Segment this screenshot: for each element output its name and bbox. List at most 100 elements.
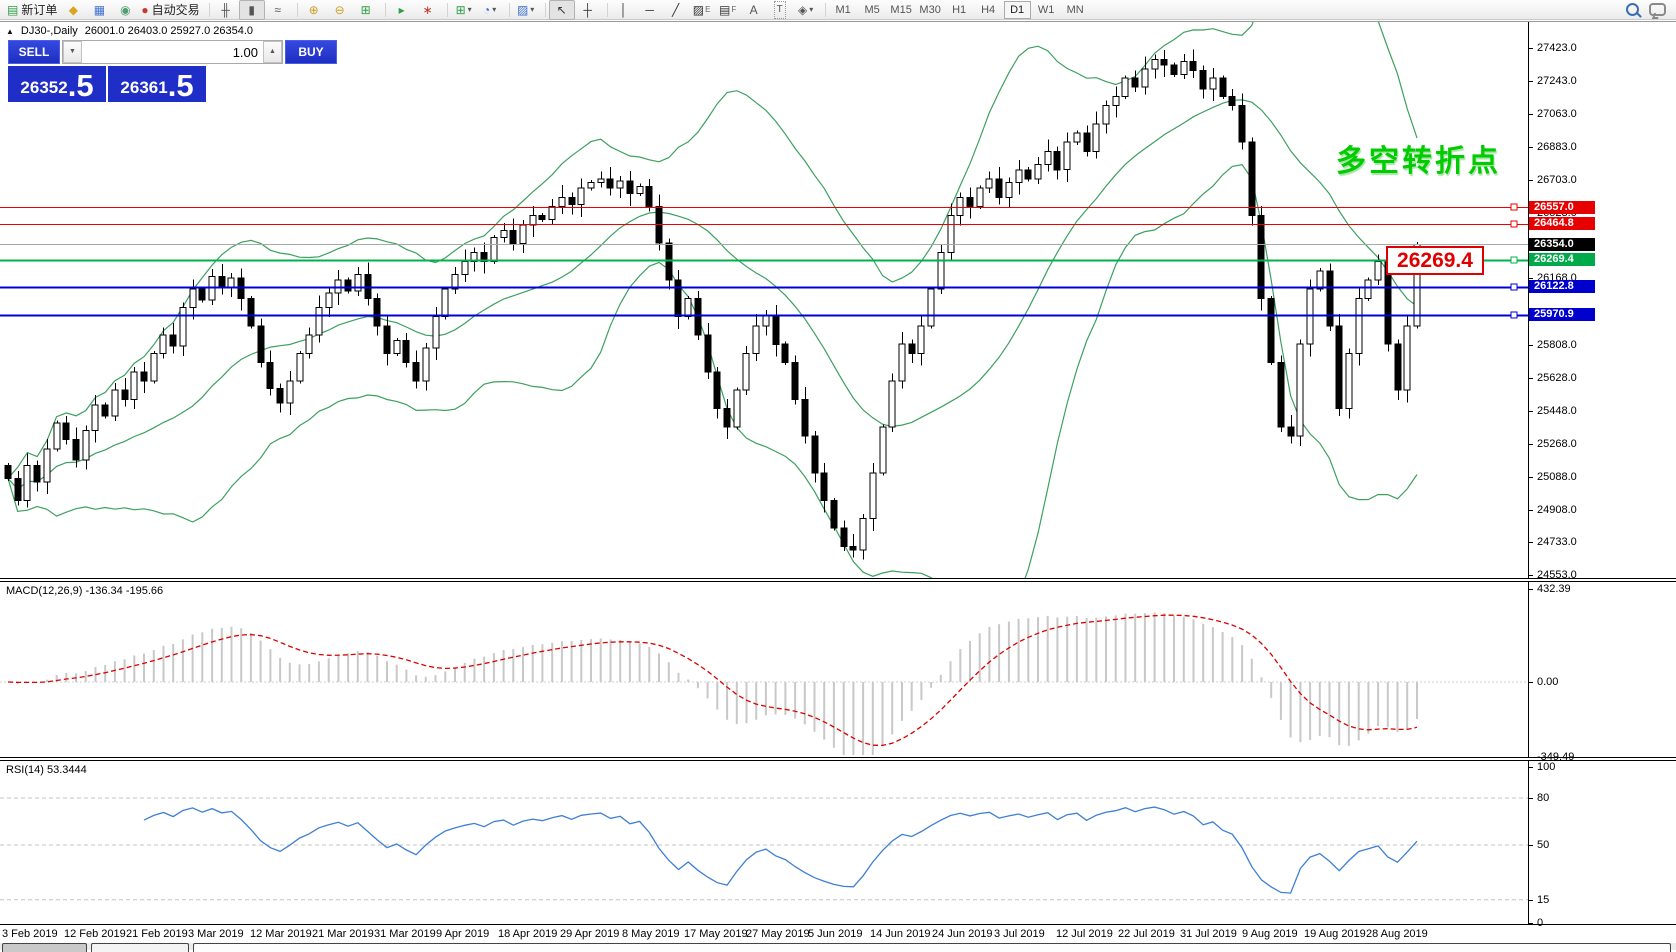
search-icon[interactable] [1626, 3, 1639, 16]
bollinger-upper-band [8, 22, 1417, 478]
bar-chart-icon[interactable]: ╫ [213, 0, 239, 20]
horizontal-level-lines[interactable] [0, 204, 1528, 318]
equidistant-channel-icon-glyph: ▨ [693, 2, 704, 18]
rsi-line [144, 807, 1417, 893]
toolbar-right-group [1626, 3, 1672, 16]
fibonacci-icon-sub: F [731, 5, 736, 14]
sell-price-fraction: .5 [68, 71, 94, 101]
timeframe-m30-button[interactable]: M30 [917, 1, 944, 19]
equidistant-channel-icon[interactable]: ▨E [689, 0, 715, 20]
timeframe-h1-button[interactable]: H1 [946, 1, 973, 19]
time-axis-label: 27 May 2019 [746, 928, 810, 940]
axis-tick-mark [1528, 81, 1533, 82]
axis-tick-mark [1528, 575, 1533, 576]
sell-button[interactable]: SELL [8, 40, 60, 64]
timeframe-h4-button[interactable]: H4 [975, 1, 1002, 19]
volume-input[interactable] [82, 41, 263, 63]
timeframe-mn-button[interactable]: MN [1062, 1, 1089, 19]
candlestick-series [5, 49, 1420, 559]
time-axis-label: 28 Aug 2019 [1366, 928, 1428, 940]
fibonacci-icon[interactable]: ▤F [715, 0, 741, 20]
rsi-panel-canvas[interactable] [0, 761, 1528, 924]
level-line-handle[interactable] [1511, 257, 1517, 263]
buy-price-display[interactable]: 26361 .5 [108, 66, 206, 102]
axis-tick-mark [1528, 180, 1533, 181]
axis-tick-label: 24733.0 [1537, 536, 1577, 548]
indicators-button-caret[interactable]: ▾ [530, 5, 534, 14]
level-line-handle[interactable] [1511, 204, 1517, 210]
market-watch-icon[interactable]: ◆ [60, 0, 86, 20]
line-chart-icon[interactable]: ≈ [265, 0, 291, 20]
zoom-out-icon[interactable]: ⊖ [327, 0, 353, 20]
time-axis-label: 14 Jun 2019 [870, 928, 931, 940]
chart-title: ▲ DJ30-,Daily 26001.0 26403.0 25927.0 26… [6, 25, 253, 37]
macd-panel-canvas[interactable] [0, 582, 1528, 757]
time-axis-label: 31 Mar 2019 [374, 928, 436, 940]
zoom-in-icon[interactable]: ⊕ [301, 0, 327, 20]
toolbar-separator [539, 3, 546, 17]
buy-button[interactable]: BUY [285, 40, 337, 64]
arrows-icon-caret[interactable]: ▾ [809, 5, 813, 14]
signals-icon[interactable]: ◉ [112, 0, 138, 20]
time-axis-label: 9 Aug 2019 [1242, 928, 1298, 940]
axis-tick-mark [1528, 411, 1533, 412]
axis-tick-label: 27243.0 [1537, 75, 1577, 87]
axis-tick-label: 26883.0 [1537, 141, 1577, 153]
axis-tick-mark [1528, 589, 1533, 590]
volume-increase-button[interactable]: ▲ [263, 41, 282, 63]
bar-chart-icon-glyph: ╫ [221, 2, 230, 18]
time-axis-label: 29 Apr 2019 [560, 928, 619, 940]
chart-tab[interactable] [193, 943, 1671, 952]
new-chart-button-caret[interactable]: ▾ [468, 5, 472, 14]
tile-windows-icon[interactable]: ⊞ [353, 0, 379, 20]
chart-tab[interactable] [2, 943, 87, 952]
level-line-handle[interactable] [1511, 284, 1517, 290]
terminal-icon[interactable]: ▦ [86, 0, 112, 20]
chart-shift-icon[interactable]: ∗ [415, 0, 441, 20]
periodicity-icon-glyph: ◔ [483, 2, 490, 18]
time-axis-label: 17 May 2019 [684, 928, 748, 940]
level-line-handle[interactable] [1511, 221, 1517, 227]
periodicity-button-caret[interactable]: ▾ [492, 5, 496, 14]
cursor-icon[interactable]: ↖ [549, 0, 575, 20]
timeframe-w1-button[interactable]: W1 [1033, 1, 1060, 19]
vertical-line-icon-glyph: │ [620, 2, 628, 18]
text-label-icon[interactable]: T [767, 0, 793, 20]
autotrading-button[interactable]: ●自动交易 [138, 0, 202, 20]
periodicity-button[interactable]: ◔▾ [477, 0, 503, 20]
panel-separator[interactable] [0, 757, 1676, 761]
auto-scroll-icon[interactable]: ▸ [389, 0, 415, 20]
chart-tab[interactable] [91, 943, 189, 952]
collapse-panel-toggle[interactable]: ▲ [6, 27, 14, 36]
timeframe-m5-button[interactable]: M5 [859, 1, 886, 19]
new-order-button[interactable]: ▤新订单 [4, 0, 60, 20]
timeframe-d1-button[interactable]: D1 [1004, 1, 1031, 19]
sell-price-display[interactable]: 26352 .5 [8, 66, 106, 102]
timeframe-m15-button[interactable]: M15 [888, 1, 915, 19]
volume-decrease-button[interactable]: ▼ [63, 41, 82, 63]
axis-tick-label: 26703.0 [1537, 174, 1577, 186]
price-axis-badge: 25970.9 [1529, 308, 1595, 321]
timeframe-m1-button[interactable]: M1 [830, 1, 857, 19]
text-icon[interactable]: A [741, 0, 767, 20]
panel-separator[interactable] [0, 578, 1676, 582]
time-axis-label: 3 Jul 2019 [994, 928, 1045, 940]
crosshair-icon[interactable]: ┼ [575, 0, 601, 20]
new-chart-button[interactable]: ⊞▾ [451, 0, 477, 20]
candlestick-chart-icon[interactable]: ▮ [239, 0, 265, 20]
price-chart-canvas[interactable] [0, 22, 1528, 578]
arrows-icon[interactable]: ◈▾ [793, 0, 819, 20]
bollinger-bands [8, 22, 1417, 578]
vertical-line-icon[interactable]: │ [611, 0, 637, 20]
price-axis-badge: 26557.0 [1529, 201, 1595, 214]
level-line-handle[interactable] [1511, 312, 1517, 318]
time-axis-label: 18 Apr 2019 [498, 928, 557, 940]
price-level-box[interactable]: 26269.4 [1386, 246, 1484, 275]
trendline-icon-glyph: ╱ [672, 2, 679, 18]
axis-tick-label: 0.00 [1537, 676, 1558, 688]
horizontal-line-icon[interactable]: ─ [637, 0, 663, 20]
trendline-icon[interactable]: ╱ [663, 0, 689, 20]
indicators-button[interactable]: ▨▾ [513, 0, 539, 20]
chat-icon[interactable] [1649, 3, 1666, 16]
volume-spinner: ▼ ▲ [62, 40, 283, 64]
